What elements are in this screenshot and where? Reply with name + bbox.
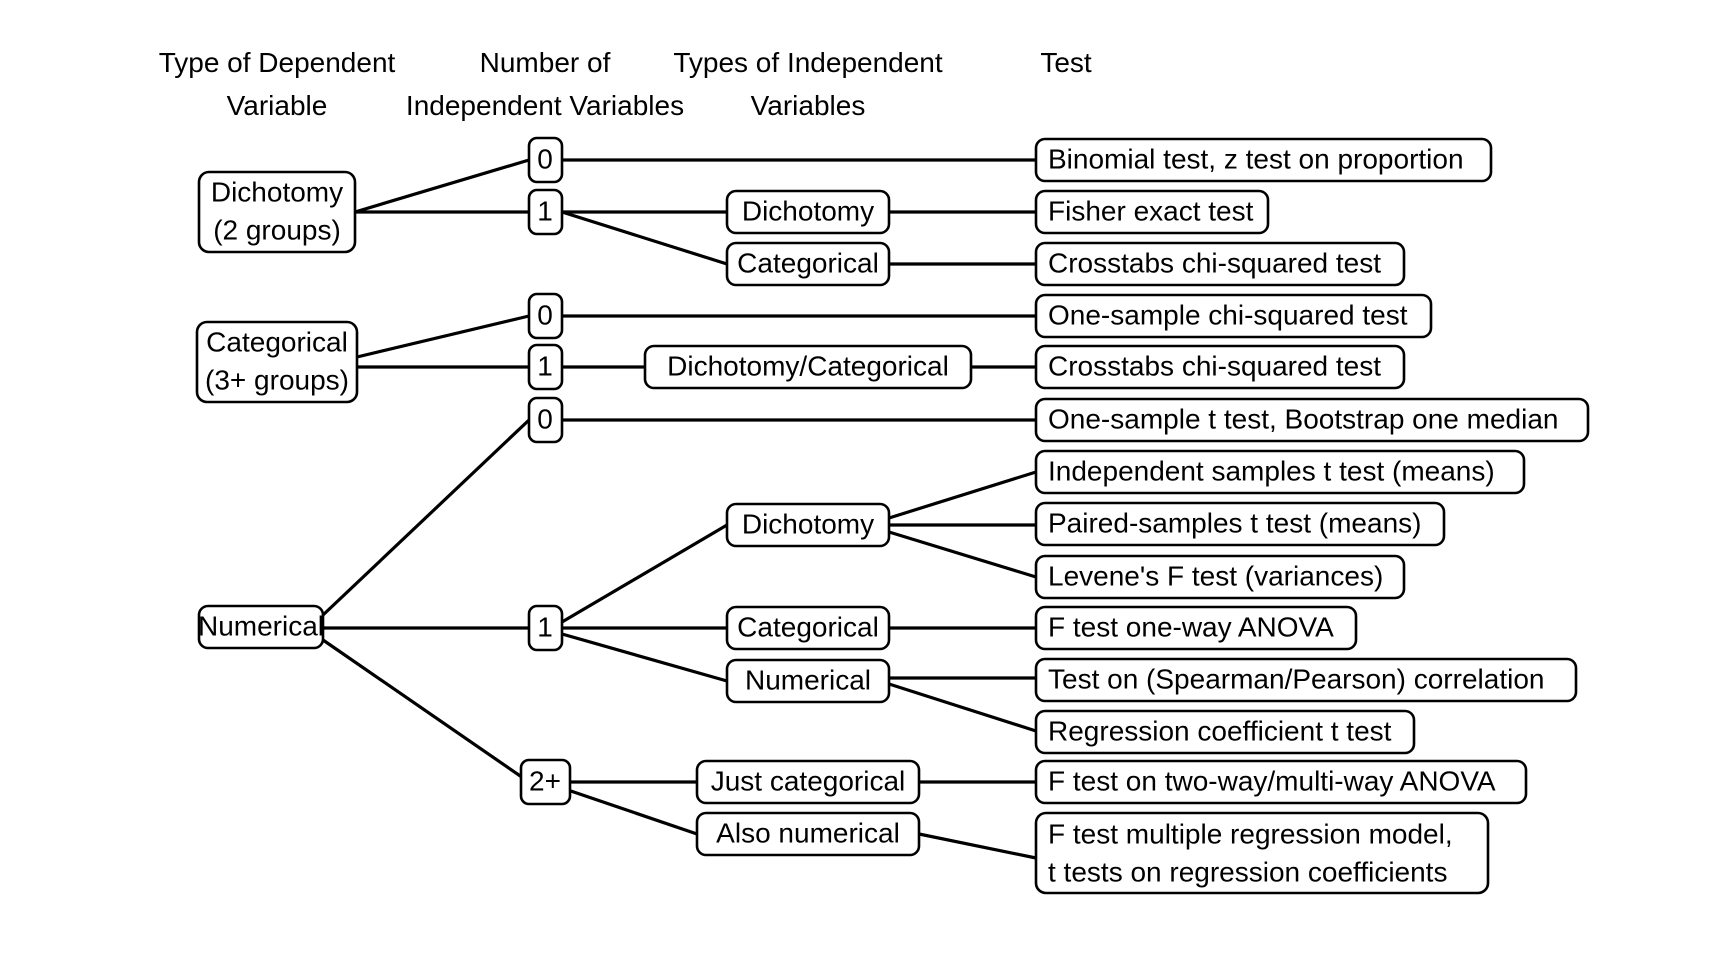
node-count-numerical-1[interactable]: 1 bbox=[527, 604, 564, 652]
node-count-categorical-1-label: 1 bbox=[537, 350, 553, 381]
tree-edges bbox=[321, 158, 1037, 860]
test-fisher-label: Fisher exact test bbox=[1048, 195, 1254, 226]
test-one-sample-chi[interactable]: One-sample chi-squared test bbox=[1034, 293, 1433, 339]
node-dv-dichotomy-line2: (2 groups) bbox=[213, 214, 341, 245]
node-count-dichotomy-0-label: 0 bbox=[537, 143, 553, 174]
edge-1-to-num-numerical bbox=[561, 632, 728, 683]
node-iv-dichotomy-categorical-label: Dichotomy/Categorical bbox=[667, 350, 949, 381]
node-iv-categorical-under-dichotomy-label: Categorical bbox=[737, 247, 879, 278]
decision-tree-diagram: Type of Dependent Variable Number of Ind… bbox=[0, 0, 1728, 960]
node-dv-numerical-label: Numerical bbox=[198, 610, 324, 641]
edge-1-to-iv-categorical bbox=[561, 210, 728, 266]
node-count-categorical-0-label: 0 bbox=[537, 299, 553, 330]
test-fisher[interactable]: Fisher exact test bbox=[1034, 189, 1270, 235]
edge-1-to-num-dichotomy bbox=[561, 523, 728, 624]
node-iv-dichotomy-under-numerical-label: Dichotomy bbox=[742, 508, 874, 539]
node-iv-just-categorical[interactable]: Just categorical bbox=[695, 759, 921, 805]
test-one-sample-chi-label: One-sample chi-squared test bbox=[1048, 299, 1408, 330]
node-iv-dichotomy-categorical[interactable]: Dichotomy/Categorical bbox=[643, 344, 973, 390]
test-one-sample-t-label: One-sample t test, Bootstrap one median bbox=[1048, 403, 1559, 434]
test-crosstabs-2-label: Crosstabs chi-squared test bbox=[1048, 350, 1381, 381]
column-headers: Type of Dependent Variable Number of Ind… bbox=[159, 47, 1092, 121]
node-dv-dichotomy[interactable]: Dichotomy (2 groups) bbox=[197, 170, 357, 254]
node-iv-also-numerical[interactable]: Also numerical bbox=[695, 811, 921, 857]
node-count-categorical-0[interactable]: 0 bbox=[527, 292, 564, 340]
test-anova-oneway[interactable]: F test one-way ANOVA bbox=[1034, 605, 1358, 651]
node-count-numerical-0[interactable]: 0 bbox=[527, 396, 564, 444]
statistical-test-decision-tree: Type of Dependent Variable Number of Ind… bbox=[159, 47, 1590, 895]
node-count-numerical-2plus-label: 2+ bbox=[529, 765, 561, 796]
test-regression-coef-label: Regression coefficient t test bbox=[1048, 715, 1392, 746]
header-test: Test bbox=[1040, 47, 1092, 78]
node-iv-numerical-under-numerical-label: Numerical bbox=[745, 664, 871, 695]
node-dv-numerical[interactable]: Numerical bbox=[197, 604, 325, 650]
node-count-dichotomy-0[interactable]: 0 bbox=[527, 136, 564, 184]
node-iv-just-categorical-label: Just categorical bbox=[711, 765, 906, 796]
node-dv-categorical-line2: (3+ groups) bbox=[205, 364, 349, 395]
test-independent-t-label: Independent samples t test (means) bbox=[1048, 455, 1495, 486]
test-levene-f[interactable]: Levene's F test (variances) bbox=[1034, 554, 1406, 600]
test-paired-t-label: Paired-samples t test (means) bbox=[1048, 507, 1421, 538]
test-independent-t[interactable]: Independent samples t test (means) bbox=[1034, 449, 1526, 495]
test-binomial-label: Binomial test, z test on proportion bbox=[1048, 143, 1464, 174]
node-count-dichotomy-1[interactable]: 1 bbox=[527, 188, 564, 236]
edge-num-dichotomy-to-independent-t bbox=[888, 470, 1037, 520]
edge-also-numerical-to-multiple-regression bbox=[918, 832, 1037, 860]
node-iv-also-numerical-label: Also numerical bbox=[716, 817, 900, 848]
node-count-dichotomy-1-label: 1 bbox=[537, 195, 553, 226]
node-count-categorical-1[interactable]: 1 bbox=[527, 343, 564, 391]
node-iv-dichotomy-under-dichotomy[interactable]: Dichotomy bbox=[725, 189, 891, 235]
test-crosstabs-1-label: Crosstabs chi-squared test bbox=[1048, 247, 1381, 278]
node-count-numerical-1-label: 1 bbox=[537, 611, 553, 642]
header-types-independent-line1: Types of Independent bbox=[673, 47, 943, 78]
header-dependent-variable-line2: Variable bbox=[227, 90, 328, 121]
header-number-independent-line2: Independent Variables bbox=[406, 90, 684, 121]
node-iv-numerical-under-numerical[interactable]: Numerical bbox=[725, 658, 891, 704]
edge-numerical-to-0 bbox=[321, 418, 531, 617]
node-iv-dichotomy-under-dichotomy-label: Dichotomy bbox=[742, 195, 874, 226]
header-dependent-variable-line1: Type of Dependent bbox=[159, 47, 396, 78]
edge-categorical-to-0 bbox=[356, 314, 530, 359]
edge-2plus-to-also-numerical bbox=[561, 786, 698, 836]
node-dv-dichotomy-line1: Dichotomy bbox=[211, 176, 343, 207]
test-crosstabs-1[interactable]: Crosstabs chi-squared test bbox=[1034, 241, 1406, 287]
node-iv-categorical-under-dichotomy[interactable]: Categorical bbox=[725, 241, 891, 287]
header-types-independent-line2: Variables bbox=[751, 90, 866, 121]
node-iv-categorical-under-numerical-label: Categorical bbox=[737, 611, 879, 642]
test-correlation-label: Test on (Spearman/Pearson) correlation bbox=[1048, 663, 1544, 694]
node-dv-categorical-line1: Categorical bbox=[206, 326, 348, 357]
test-paired-t[interactable]: Paired-samples t test (means) bbox=[1034, 501, 1446, 547]
test-one-sample-t[interactable]: One-sample t test, Bootstrap one median bbox=[1034, 397, 1590, 443]
test-multiple-regression-line1: F test multiple regression model, bbox=[1048, 818, 1453, 849]
test-crosstabs-2[interactable]: Crosstabs chi-squared test bbox=[1034, 344, 1406, 390]
edge-numerical-to-2plus bbox=[322, 638, 530, 784]
test-anova-oneway-label: F test one-way ANOVA bbox=[1048, 611, 1334, 642]
node-count-numerical-0-label: 0 bbox=[537, 403, 553, 434]
test-binomial[interactable]: Binomial test, z test on proportion bbox=[1034, 137, 1493, 183]
node-iv-categorical-under-numerical[interactable]: Categorical bbox=[725, 605, 891, 651]
edge-num-numerical-to-regression-coef bbox=[888, 682, 1037, 733]
test-regression-coef[interactable]: Regression coefficient t test bbox=[1034, 709, 1416, 755]
node-count-numerical-2plus[interactable]: 2+ bbox=[519, 758, 572, 806]
test-multiple-regression[interactable]: F test multiple regression model, t test… bbox=[1034, 811, 1490, 895]
node-dv-categorical[interactable]: Categorical (3+ groups) bbox=[195, 320, 359, 404]
edge-dichotomy-to-0 bbox=[354, 158, 530, 214]
test-anova-multiway[interactable]: F test on two-way/multi-way ANOVA bbox=[1034, 759, 1528, 805]
test-anova-multiway-label: F test on two-way/multi-way ANOVA bbox=[1048, 765, 1496, 796]
header-number-independent-line1: Number of bbox=[480, 47, 611, 78]
test-correlation[interactable]: Test on (Spearman/Pearson) correlation bbox=[1034, 657, 1578, 703]
test-multiple-regression-line2: t tests on regression coefficients bbox=[1048, 856, 1447, 887]
test-levene-f-label: Levene's F test (variances) bbox=[1048, 560, 1383, 591]
edge-num-dichotomy-to-levene bbox=[888, 530, 1037, 579]
node-iv-dichotomy-under-numerical[interactable]: Dichotomy bbox=[725, 502, 891, 548]
